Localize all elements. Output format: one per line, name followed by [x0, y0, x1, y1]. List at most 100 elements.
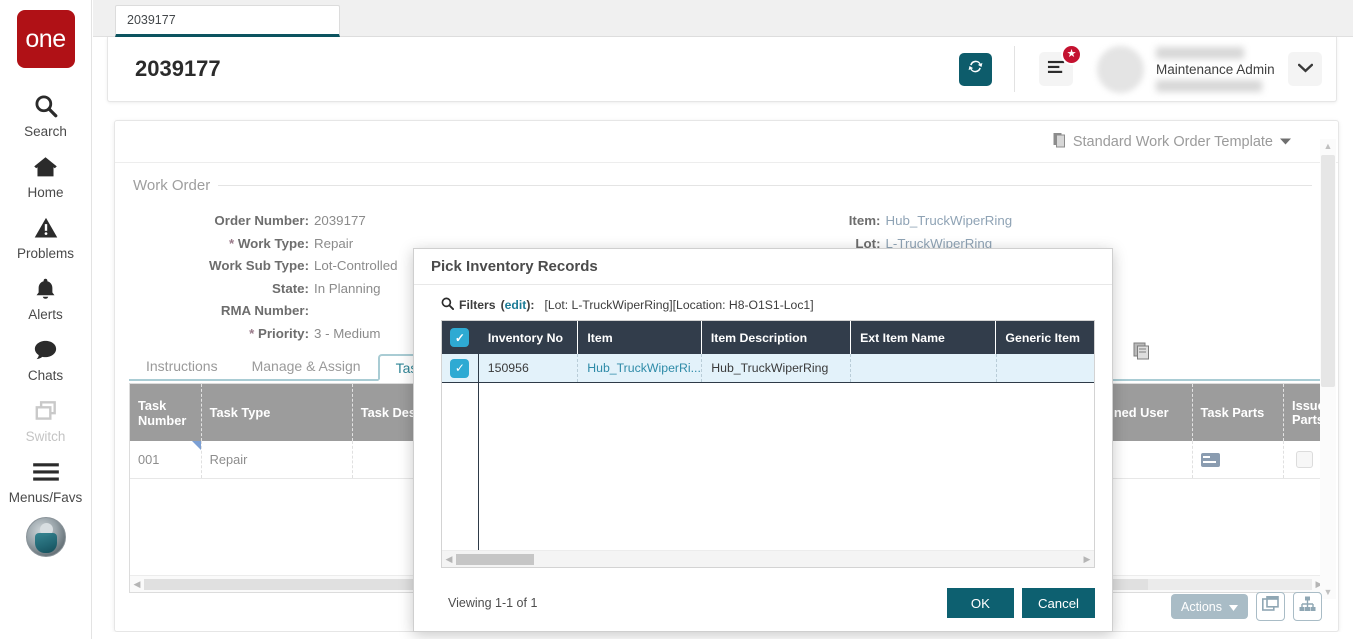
refresh-icon [966, 57, 985, 81]
issue-parts-checkbox[interactable] [1296, 451, 1313, 468]
column-header-task-number[interactable]: Task Number [130, 384, 202, 441]
sidebar-item-label: Switch [26, 429, 66, 444]
work-order-legend-row: Work Order [129, 177, 1312, 194]
standard-work-order-template-dropdown[interactable]: Standard Work Order Template [1053, 132, 1292, 152]
column-header-item[interactable]: Item [578, 321, 701, 354]
field-label: Work Sub Type: [129, 255, 314, 278]
cell-value: 001 [138, 452, 159, 467]
document-icon [1053, 132, 1067, 152]
pick-inventory-records-dialog: Pick Inventory Records Filters (edit): [… [413, 248, 1113, 632]
tab-instructions[interactable]: Instructions [129, 352, 235, 379]
field-label: State: [129, 278, 314, 301]
sidebar-item-chats[interactable]: Chats [0, 328, 92, 389]
cancel-button[interactable]: Cancel [1022, 588, 1095, 618]
field-label-text: Priority: [258, 326, 309, 341]
select-all-checkbox[interactable]: ✓ [450, 328, 469, 347]
column-header-inventory-no[interactable]: Inventory No [479, 321, 579, 354]
column-header-item-description[interactable]: Item Description [702, 321, 851, 354]
window-button[interactable] [1256, 592, 1285, 621]
cell-inventory-no[interactable]: 150956 [479, 354, 578, 382]
left-navigation-sidebar: one Search Home Problems Alerts [0, 0, 92, 639]
menu-favorites-icon [1047, 59, 1066, 80]
ok-button[interactable]: OK [947, 588, 1014, 618]
dialog-body: Filters (edit): [Lot: L-TruckWiperRing][… [414, 285, 1112, 575]
user-menu-button[interactable] [1288, 52, 1322, 86]
avatar[interactable] [1097, 46, 1144, 93]
page-header: 2039177 ★ Maintenance [107, 37, 1337, 102]
field-label: RMA Number: [129, 300, 314, 323]
scroll-thumb[interactable] [456, 554, 534, 565]
search-icon [33, 91, 59, 121]
column-header-task-type[interactable]: Task Type [202, 384, 353, 441]
sidebar-item-switch[interactable]: Switch [0, 389, 92, 450]
search-icon [441, 297, 454, 313]
cell-task-number[interactable]: 001 [130, 441, 202, 478]
tab-label: Instructions [146, 358, 218, 374]
column-header-ext-item-name[interactable]: Ext Item Name [851, 321, 996, 354]
chat-icon [32, 335, 59, 365]
sidebar-item-alerts[interactable]: Alerts [0, 267, 92, 328]
field-order-number: Order Number: 2039177 [129, 210, 721, 233]
checkmark-icon: ✓ [455, 362, 465, 374]
legend-rule [218, 185, 1312, 186]
panel-vertical-scrollbar[interactable]: ▲ ▼ [1320, 139, 1336, 599]
grid-left-rail [442, 383, 479, 550]
header-divider [1014, 46, 1015, 92]
tab-manage-assign[interactable]: Manage & Assign [235, 352, 378, 379]
column-header-task-parts[interactable]: Task Parts [1193, 384, 1285, 441]
scroll-down-arrow-icon[interactable]: ▼ [1320, 585, 1336, 599]
scroll-left-arrow-icon[interactable]: ◀ [442, 554, 456, 565]
filters-row: Filters (edit): [Lot: L-TruckWiperRing][… [441, 297, 1095, 313]
refresh-button[interactable] [959, 53, 992, 86]
browser-tab-label: 2039177 [127, 13, 176, 27]
actions-button[interactable]: Actions [1171, 594, 1248, 619]
hierarchy-button[interactable] [1293, 592, 1322, 621]
row-checkbox[interactable]: ✓ [450, 359, 469, 378]
sidebar-item-menus-favs[interactable]: Menus/Favs [0, 450, 92, 511]
template-label: Standard Work Order Template [1073, 134, 1273, 150]
column-header-generic-item[interactable]: Generic Item [996, 321, 1094, 354]
scroll-up-arrow-icon[interactable]: ▲ [1320, 139, 1336, 153]
sidebar-item-search[interactable]: Search [0, 84, 92, 145]
caret-down-icon [1229, 600, 1238, 614]
user-info: Maintenance Admin [1156, 47, 1266, 92]
star-icon: ★ [1061, 44, 1082, 65]
task-parts-icon[interactable] [1201, 453, 1220, 467]
grid-horizontal-scrollbar[interactable]: ◀ ▶ [442, 550, 1094, 567]
dialog-buttons: OK Cancel [947, 588, 1095, 618]
field-value-link[interactable]: Hub_TruckWiperRing [886, 210, 1013, 233]
sidebar-user-avatar[interactable] [26, 517, 66, 557]
bell-icon [33, 274, 58, 304]
cell-task-parts[interactable] [1193, 441, 1285, 478]
cell-generic-item[interactable] [997, 354, 1094, 382]
panel-footer-actions: Actions [1171, 592, 1322, 621]
sidebar-item-label: Home [27, 185, 63, 200]
user-role: Maintenance Admin [1156, 62, 1266, 77]
scroll-thumb[interactable] [1321, 155, 1335, 387]
sidebar-item-problems[interactable]: Problems [0, 206, 92, 267]
user-org-redacted [1156, 80, 1262, 92]
browser-tab[interactable]: 2039177 [115, 5, 340, 37]
table-row[interactable]: ✓ 150956 Hub_TruckWiperRi... Hub_TruckWi… [442, 354, 1094, 383]
cell-item[interactable]: Hub_TruckWiperRi... [578, 354, 702, 382]
inventory-records-grid: ✓ Inventory No Item Item Description Ext… [441, 320, 1095, 568]
sidebar-item-label: Problems [17, 246, 74, 261]
select-all-header[interactable]: ✓ [442, 321, 479, 354]
field-value: In Planning [314, 278, 381, 301]
sidebar-item-label: Menus/Favs [9, 490, 83, 505]
scroll-left-arrow-icon[interactable]: ◀ [130, 579, 144, 590]
scroll-right-arrow-icon[interactable]: ▶ [1080, 554, 1094, 565]
checkmark-icon: ✓ [455, 332, 465, 344]
filters-edit-link[interactable]: edit [505, 298, 527, 312]
cell-task-type[interactable]: Repair [202, 441, 353, 478]
required-marker: * [229, 236, 238, 251]
cell-item-description[interactable]: Hub_TruckWiperRing [702, 354, 851, 382]
dialog-title: Pick Inventory Records [431, 258, 598, 275]
row-select-cell[interactable]: ✓ [442, 354, 479, 382]
menu-favorites-button[interactable]: ★ [1039, 52, 1073, 86]
sidebar-item-home[interactable]: Home [0, 145, 92, 206]
field-label-text: Work Type: [238, 236, 309, 251]
window-bottom-edge [0, 632, 1353, 639]
cell-ext-item-name[interactable] [851, 354, 996, 382]
hierarchy-icon [1299, 596, 1316, 617]
